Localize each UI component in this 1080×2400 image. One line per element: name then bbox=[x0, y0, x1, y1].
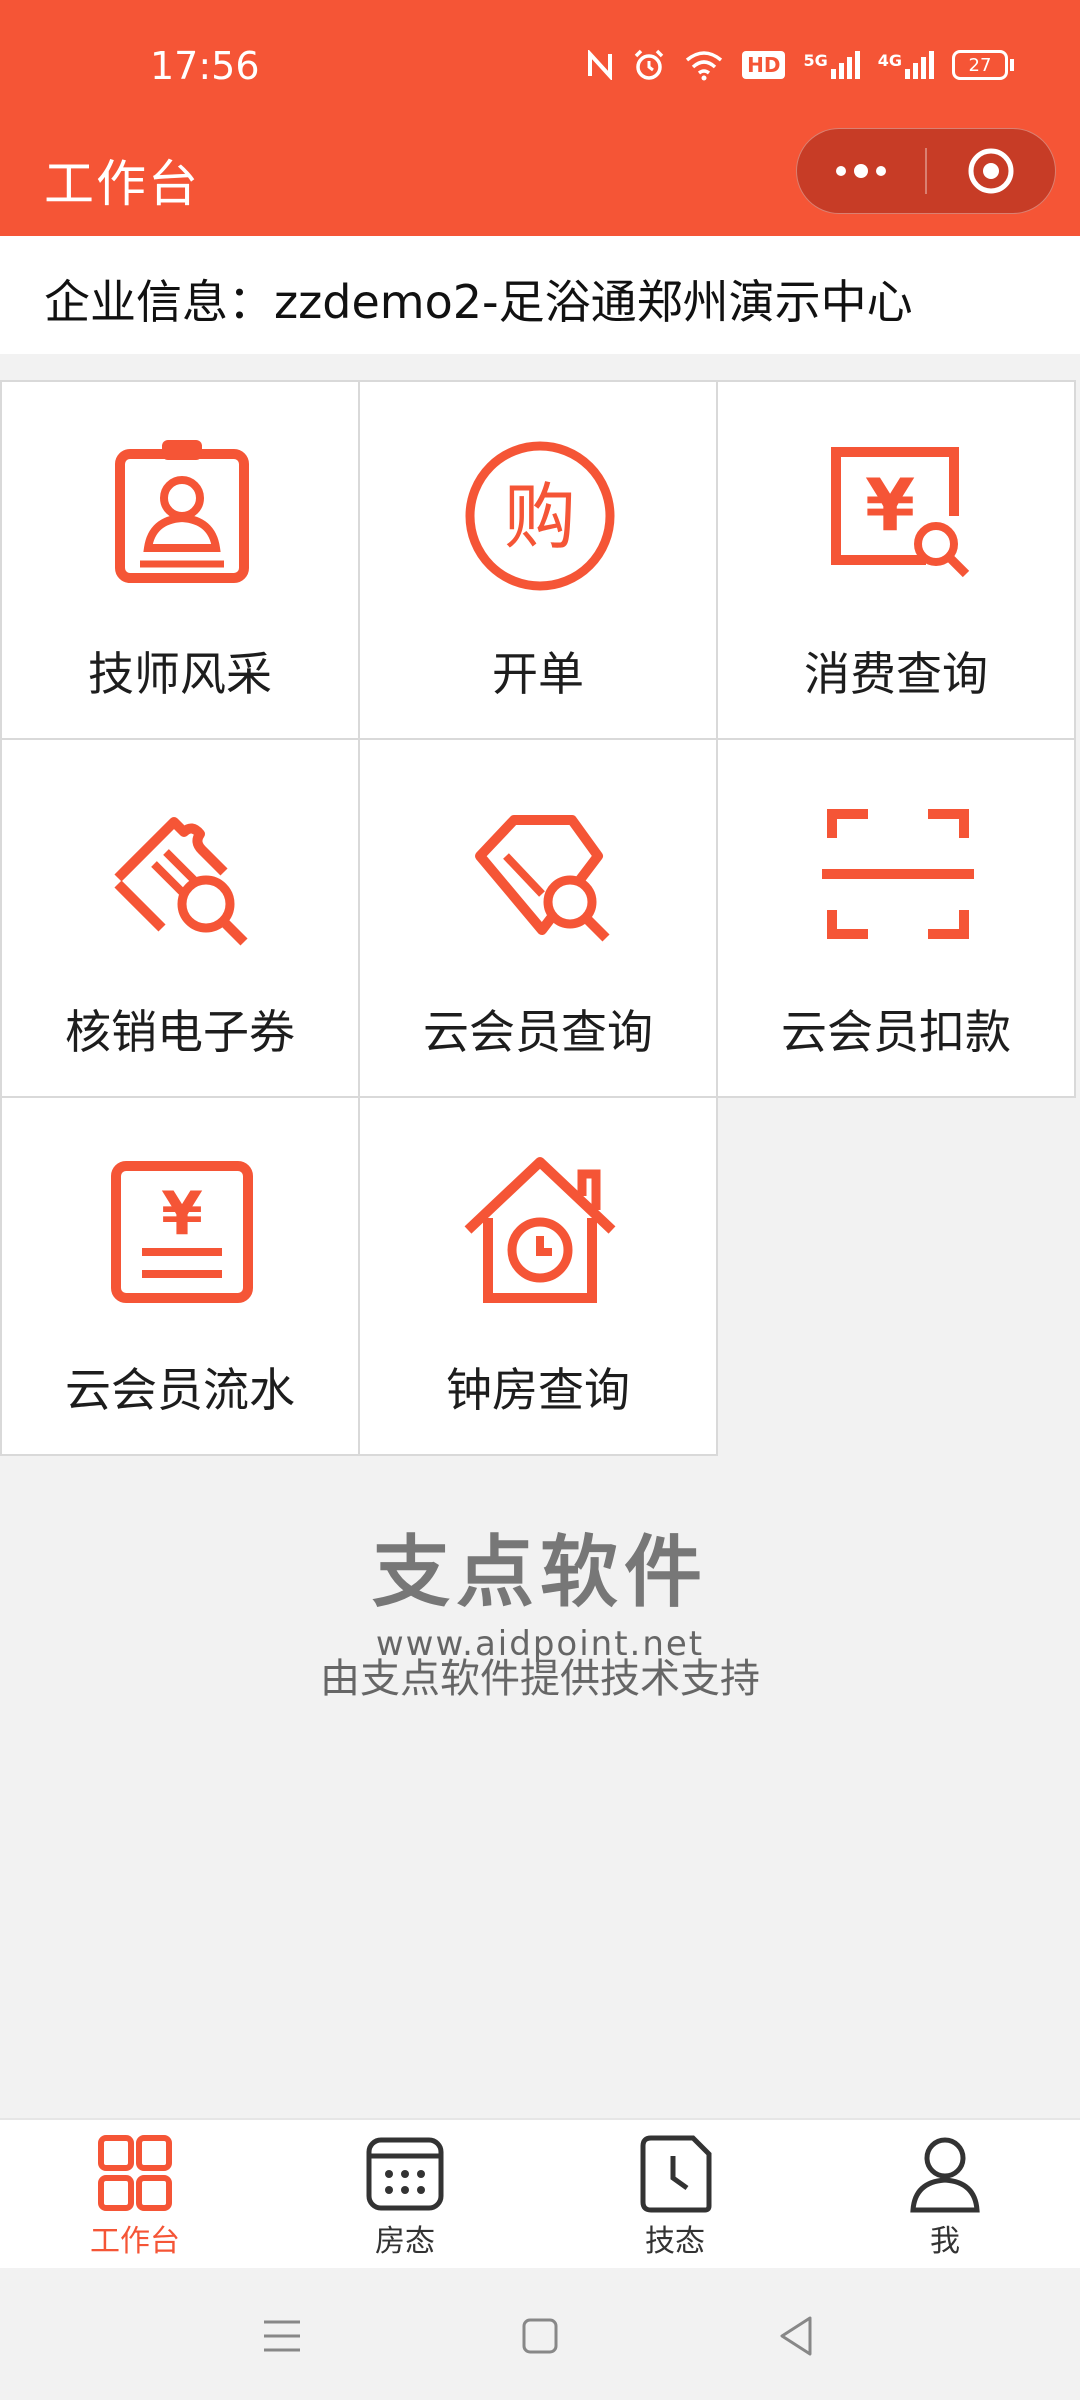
tab-me[interactable]: 我 bbox=[810, 2120, 1080, 2268]
enterprise-info-bar: 企业信息：zzdemo2-足浴通郑州演示中心 bbox=[0, 236, 1080, 354]
bottom-tab-bar: 工作台 房态 技态 我 bbox=[0, 2118, 1080, 2268]
receipt-search-icon: ¥ bbox=[831, 447, 970, 578]
signal-4g-label: 4G bbox=[877, 51, 902, 70]
grid-item-cloud-member-flow[interactable]: ¥ 云会员流水 bbox=[0, 1096, 360, 1456]
grid-item-label: 消费查询 bbox=[804, 647, 988, 701]
user-icon bbox=[910, 2137, 980, 2213]
status-icons: HD 5G 4G 27 bbox=[586, 48, 1014, 82]
grid-item-technician-style[interactable]: 技师风采 bbox=[0, 380, 360, 740]
header-bar: 17:56 HD 5G 4G 27 工作台 bbox=[0, 0, 1080, 236]
clock-icon bbox=[640, 2135, 712, 2213]
grid-item-clock-room-query[interactable]: 钟房查询 bbox=[358, 1096, 718, 1456]
nfc-icon bbox=[588, 50, 613, 80]
battery-level: 27 bbox=[952, 50, 1008, 80]
hd-badge: HD bbox=[742, 51, 786, 79]
grid-item-label: 技师风采 bbox=[88, 647, 272, 701]
grid-icon bbox=[98, 2135, 172, 2211]
support-text: 由支点软件提供技术支持 bbox=[320, 1656, 760, 1702]
diamond-search-icon bbox=[475, 815, 610, 942]
page-title: 工作台 bbox=[44, 155, 200, 213]
brand-logo: 支点软件 www.aidpoint.net bbox=[0, 1510, 1080, 1664]
wifi-icon bbox=[686, 51, 723, 81]
svg-text:购: 购 bbox=[504, 475, 576, 559]
calendar-icon bbox=[366, 2137, 444, 2211]
grid-item-label: 开单 bbox=[492, 647, 584, 701]
home-icon[interactable] bbox=[512, 2308, 568, 2364]
grid-item-label: 钟房查询 bbox=[446, 1363, 630, 1417]
house-clock-icon bbox=[464, 1157, 616, 1303]
tab-technician-status[interactable]: 技态 bbox=[540, 2120, 810, 2268]
more-dots-icon bbox=[836, 164, 886, 178]
grid-item-verify-coupon[interactable]: 核销电子券 bbox=[0, 738, 360, 1098]
tab-label: 技态 bbox=[645, 2224, 705, 2259]
brand-name: 支点软件 bbox=[371, 1528, 708, 1618]
grid-item-label: 云会员扣款 bbox=[781, 1005, 1011, 1059]
badge-icon bbox=[115, 440, 249, 583]
tab-label: 工作台 bbox=[90, 2224, 180, 2259]
grid-item-open-order[interactable]: 购 开单 bbox=[358, 380, 718, 740]
tab-room-status[interactable]: 房态 bbox=[270, 2120, 540, 2268]
signal-5g-label: 5G bbox=[803, 51, 828, 70]
tab-workbench[interactable]: 工作台 bbox=[0, 2120, 270, 2268]
more-button[interactable] bbox=[797, 128, 925, 214]
title-bar: 工作台 bbox=[0, 120, 1080, 236]
alarm-icon bbox=[634, 49, 664, 80]
target-icon bbox=[968, 148, 1014, 194]
scan-icon bbox=[822, 809, 974, 939]
tab-label: 房态 bbox=[375, 2224, 435, 2259]
menu-icon[interactable] bbox=[254, 2308, 310, 2364]
signal-5g-icon: 5G bbox=[803, 51, 860, 79]
svg-text:¥: ¥ bbox=[865, 463, 915, 547]
status-time: 17:56 bbox=[150, 44, 260, 88]
grid-item-label: 云会员流水 bbox=[65, 1363, 295, 1417]
grid-item-label: 云会员查询 bbox=[423, 1005, 653, 1059]
system-nav-bar bbox=[0, 2268, 1080, 2400]
back-icon[interactable] bbox=[770, 2308, 826, 2364]
coupon-search-icon bbox=[114, 817, 248, 946]
grid-item-consumption-query[interactable]: ¥ 消费查询 bbox=[716, 380, 1076, 740]
signal-4g-icon: 4G bbox=[878, 51, 934, 79]
svg-text:¥: ¥ bbox=[161, 1179, 203, 1249]
enterprise-info-text: 企业信息：zzdemo2-足浴通郑州演示中心 bbox=[44, 275, 913, 329]
grid-item-label: 核销电子券 bbox=[65, 1005, 295, 1059]
tab-label: 我 bbox=[930, 2224, 960, 2259]
status-bar: 17:56 HD 5G 4G 27 bbox=[0, 0, 1080, 120]
yen-ledger-icon: ¥ bbox=[111, 1161, 253, 1303]
miniapp-capsule bbox=[796, 128, 1056, 214]
battery-icon: 27 bbox=[952, 50, 1014, 80]
close-miniapp-button[interactable] bbox=[927, 128, 1055, 214]
grid-item-cloud-member-query[interactable]: 云会员查询 bbox=[358, 738, 718, 1098]
shopping-icon: 购 bbox=[465, 441, 615, 591]
grid-item-cloud-member-deduct[interactable]: 云会员扣款 bbox=[716, 738, 1076, 1098]
